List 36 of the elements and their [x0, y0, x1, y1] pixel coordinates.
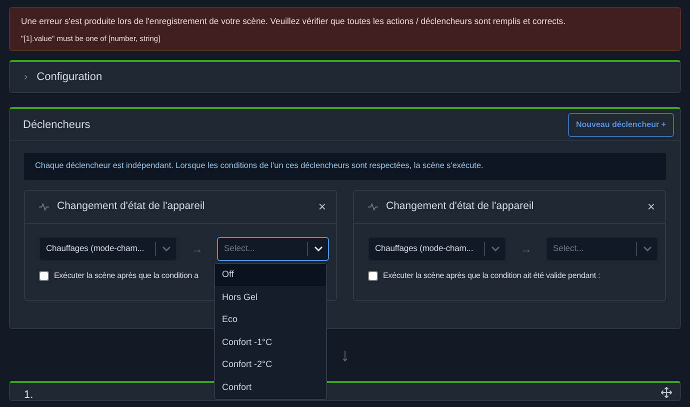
chevron-icon: ›	[24, 69, 28, 86]
configuration-panel[interactable]: › Configuration	[9, 60, 681, 94]
new-trigger-button[interactable]: Nouveau déclencheur +	[568, 112, 674, 137]
dropdown-option[interactable]: Confort -1°C	[215, 331, 326, 354]
panel-title: Configuration	[36, 70, 102, 85]
chevron-down-icon	[162, 246, 170, 252]
checkbox-label: Exécuter la scène après que la condition a	[54, 270, 198, 282]
activity-icon	[368, 202, 378, 211]
trigger-title: Changement d'état de l'appareil	[386, 198, 535, 214]
panel-title: Déclencheurs	[23, 118, 90, 132]
checkbox[interactable]	[39, 270, 49, 281]
dropdown-option[interactable]: Off	[215, 264, 326, 286]
arrow-icon: →	[191, 240, 203, 258]
trigger-title: Changement d'état de l'appareil	[57, 198, 206, 214]
device-select[interactable]: Chauffages (mode-cham...	[39, 236, 177, 261]
state-select[interactable]: Select...	[546, 236, 658, 261]
close-button[interactable]: ×	[647, 200, 655, 214]
move-icon[interactable]	[661, 387, 672, 398]
dropdown-option[interactable]: Confort	[215, 376, 326, 400]
error-message: Une erreur s'est produite lors de l'enregistrement de votre scène. Veuillez vérifier que toutes les actions / déclencheurs sont remplis et corrects.	[21, 15, 566, 28]
checkbox[interactable]	[368, 270, 378, 281]
chevron-down-icon	[642, 246, 652, 252]
chevron-down-icon	[314, 246, 322, 252]
step-number: 1.	[24, 388, 34, 400]
checkbox-label: Exécuter la scène après que la condition ait été valide pendant :	[383, 270, 600, 282]
state-select[interactable]: Select...	[217, 236, 329, 261]
activity-icon	[39, 202, 49, 211]
down-arrow-icon: ↓	[340, 342, 350, 369]
dropdown-option[interactable]: Confort -2°C	[215, 354, 326, 377]
device-select[interactable]: Chauffages (mode-cham...	[368, 236, 506, 261]
chevron-down-icon	[490, 246, 500, 252]
dropdown-option[interactable]: Eco	[215, 308, 326, 332]
dropdown-option[interactable]: Hors Gel	[215, 286, 326, 309]
arrow-icon: →	[520, 240, 532, 258]
close-button[interactable]: ×	[318, 200, 326, 214]
info-message: Chaque déclencheur est indépendant. Lorsque les conditions de l'un ces déclencheurs sont respectées, la scène s'exécute.	[24, 153, 666, 180]
